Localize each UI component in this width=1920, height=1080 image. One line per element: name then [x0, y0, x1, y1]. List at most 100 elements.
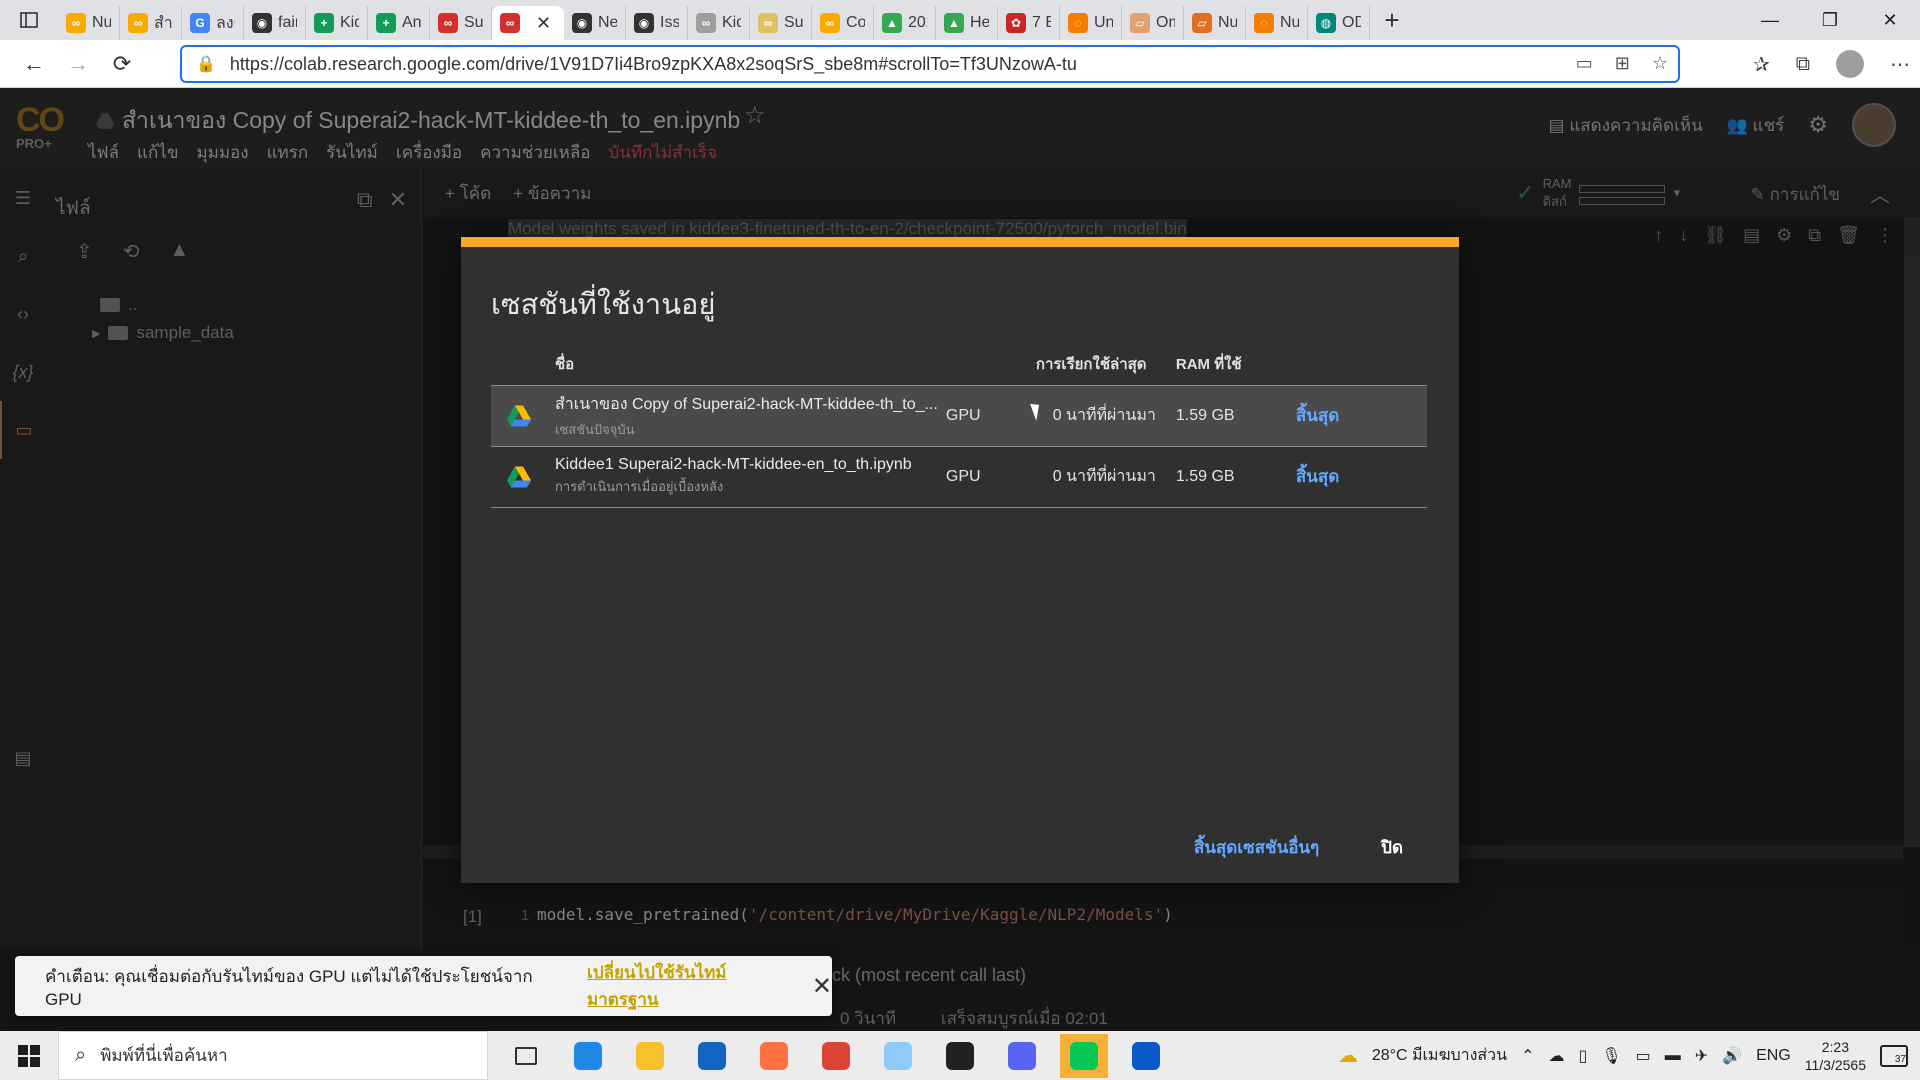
taskbar-apps	[502, 1033, 1170, 1078]
taskbar-app-file-explorer[interactable]	[626, 1034, 674, 1078]
browser-tab[interactable]: ∞ Kidd	[688, 6, 750, 40]
more-menu-icon[interactable]: ⋯	[1890, 52, 1910, 77]
chrome-icon	[822, 1041, 850, 1070]
switch-runtime-link[interactable]: เปลี่ยนไปใช้รันไทม์มาตรฐาน	[587, 959, 792, 1013]
col-name: ชื่อ	[551, 343, 942, 386]
taskbar-app-chrome[interactable]	[812, 1034, 860, 1078]
terminate-other-sessions-button[interactable]: สิ้นสุดเซสชันอื่นๆ	[1194, 834, 1319, 861]
browser-tab[interactable]: ▱ Oma	[1122, 6, 1184, 40]
browser-tab[interactable]: ∞ สำเน	[120, 6, 182, 40]
close-dialog-button[interactable]: ปิด	[1381, 834, 1403, 861]
forward-button[interactable]: →	[56, 44, 100, 84]
weather-icon: ☁	[1337, 1045, 1358, 1067]
airplane-icon[interactable]: ✈	[1695, 1046, 1708, 1066]
browser-tab[interactable]: ▱ Nue	[1184, 6, 1246, 40]
sessions-table: ชื่อ การเรียกใช้ล่าสุด RAM ที่ใช้ สำเนาข…	[491, 343, 1427, 508]
tab-actions-menu[interactable]	[0, 0, 58, 40]
dialog-actions: สิ้นสุดเซสชันอื่นๆ ปิด	[1194, 834, 1403, 861]
session-icon-cell	[491, 446, 551, 508]
tab-favicon-icon: ∞	[820, 13, 840, 33]
tab-favicon-icon: ▲	[882, 13, 902, 33]
url-field[interactable]: 🔒 https://colab.research.google.com/driv…	[180, 45, 1680, 83]
taskbar-app-line[interactable]	[1060, 1033, 1108, 1078]
session-row: สำเนาของ Copy of Superai2-hack-MT-kiddee…	[491, 385, 1427, 447]
screen-icon[interactable]: ▭	[1636, 1046, 1651, 1066]
tab-title: Anal	[402, 14, 421, 31]
browser-tab[interactable]: + KidD	[306, 6, 368, 40]
tab-favicon-icon: ▱	[1130, 13, 1150, 33]
favorite-star-icon[interactable]: ☆	[1652, 53, 1668, 74]
taskbar-search[interactable]: ⌕ พิมพ์ที่นี่เพื่อค้นหา	[58, 1031, 488, 1080]
terminate-session-button[interactable]: สิ้นสุด	[1296, 406, 1339, 425]
browser-tab[interactable]: ◉ Issu	[626, 6, 688, 40]
apps-icon[interactable]: ⊞	[1615, 53, 1630, 74]
device-icon[interactable]: ▯	[1579, 1046, 1588, 1066]
taskbar-app-edge[interactable]	[564, 1034, 612, 1078]
reload-button[interactable]: ⟳	[100, 44, 144, 84]
browser-tab[interactable]: ◉ New	[564, 6, 626, 40]
onedrive-icon[interactable]: ☁	[1549, 1046, 1565, 1066]
tab-favicon-icon: ◉	[572, 13, 592, 33]
browser-tab[interactable]: ∞ Nue	[58, 6, 120, 40]
col-ram: RAM ที่ใช้	[1171, 343, 1292, 386]
taskbar-app-discord[interactable]	[998, 1034, 1046, 1078]
browser-tab[interactable]: ∞ Sum	[430, 6, 492, 40]
mic-icon[interactable]: 🎙	[1601, 1046, 1621, 1066]
clock[interactable]: 2:23 11/3/2565	[1805, 1038, 1866, 1074]
session-name-cell: สำเนาของ Copy of Superai2-hack-MT-kiddee…	[551, 385, 942, 447]
task-view-icon	[515, 1046, 537, 1065]
start-button[interactable]	[0, 1044, 58, 1067]
weather-text[interactable]: 28°C มีเมฆบางส่วน	[1372, 1043, 1507, 1068]
tab-favicon-icon: +	[376, 13, 396, 33]
favorites-icon[interactable]: ✰	[1753, 52, 1770, 77]
browser-tab[interactable]: ▲ 2022	[874, 6, 936, 40]
tray-chevron-icon[interactable]: ⌃	[1521, 1046, 1534, 1066]
taskbar-app-task-view[interactable]	[502, 1034, 550, 1078]
browser-tab[interactable]: ✿ 7 Be	[998, 6, 1060, 40]
browser-tab[interactable]: ◉ fairs	[244, 6, 306, 40]
volume-icon[interactable]: 🔊	[1722, 1046, 1742, 1066]
gpu-warning-snackbar: คำเตือน: คุณเชื่อมต่อกับรันไทม์ของ GPU แ…	[15, 956, 832, 1016]
tab-title: Hels	[970, 14, 989, 31]
tab-title: Copy	[846, 14, 865, 31]
browser-tab[interactable]: ∞ Copy	[812, 6, 874, 40]
browser-tab[interactable]: ◍ ODS	[1308, 6, 1370, 40]
snackbar-close-icon[interactable]: ✕	[812, 972, 832, 1001]
notification-center-icon[interactable]: 37	[1880, 1044, 1908, 1067]
session-action-cell: สิ้นสุด	[1291, 385, 1427, 447]
minimize-button[interactable]: —	[1740, 0, 1800, 40]
lock-icon: 🔒	[196, 56, 216, 73]
taskbar-app-terminal[interactable]	[936, 1034, 984, 1078]
notification-count: 37	[1894, 1053, 1906, 1065]
tab-title: สำเน	[154, 14, 173, 32]
browser-tab[interactable]: ∞ Supe	[750, 6, 812, 40]
browser-tab[interactable]: ◌ Unti	[1060, 6, 1122, 40]
browser-tab[interactable]: ◌ Nue	[1246, 6, 1308, 40]
back-button[interactable]: ←	[12, 44, 56, 84]
browser-tab[interactable]: + Anal	[368, 6, 430, 40]
session-last-exec: 0 นาทีที่ผ่านมา	[1031, 385, 1172, 447]
session-row: Kiddee1 Superai2-hack-MT-kiddee-en_to_th…	[491, 446, 1427, 508]
new-tab-button[interactable]: +	[1370, 5, 1414, 36]
taskbar-app-1password[interactable]	[1122, 1034, 1170, 1078]
notepad-icon	[884, 1041, 912, 1070]
battery-icon[interactable]: ▬	[1665, 1047, 1681, 1065]
taskbar-app-notepad[interactable]	[874, 1034, 922, 1078]
cast-icon[interactable]: ▭	[1576, 53, 1593, 74]
close-window-button[interactable]: ✕	[1860, 0, 1920, 40]
terminate-session-button[interactable]: สิ้นสุด	[1296, 467, 1339, 486]
restore-button[interactable]: ❐	[1800, 0, 1860, 40]
session-action-cell: สิ้นสุด	[1291, 446, 1427, 508]
taskbar-app-mail[interactable]	[688, 1034, 736, 1078]
taskbar-app-firefox[interactable]	[750, 1034, 798, 1078]
browser-profile-avatar[interactable]	[1836, 50, 1864, 78]
tab-favicon-icon: ∞	[128, 13, 148, 33]
collections-icon[interactable]: ⧉	[1796, 53, 1810, 76]
browser-tab[interactable]: ▲ Hels	[936, 6, 998, 40]
language-indicator[interactable]: ENG	[1756, 1047, 1791, 1065]
edge-icon	[574, 1041, 602, 1070]
col-action	[1291, 343, 1427, 386]
tab-close-icon[interactable]: ✕	[536, 13, 551, 34]
browser-tab[interactable]: G ลงชื่	[182, 6, 244, 40]
browser-tab[interactable]: ∞ ✕	[492, 6, 564, 40]
